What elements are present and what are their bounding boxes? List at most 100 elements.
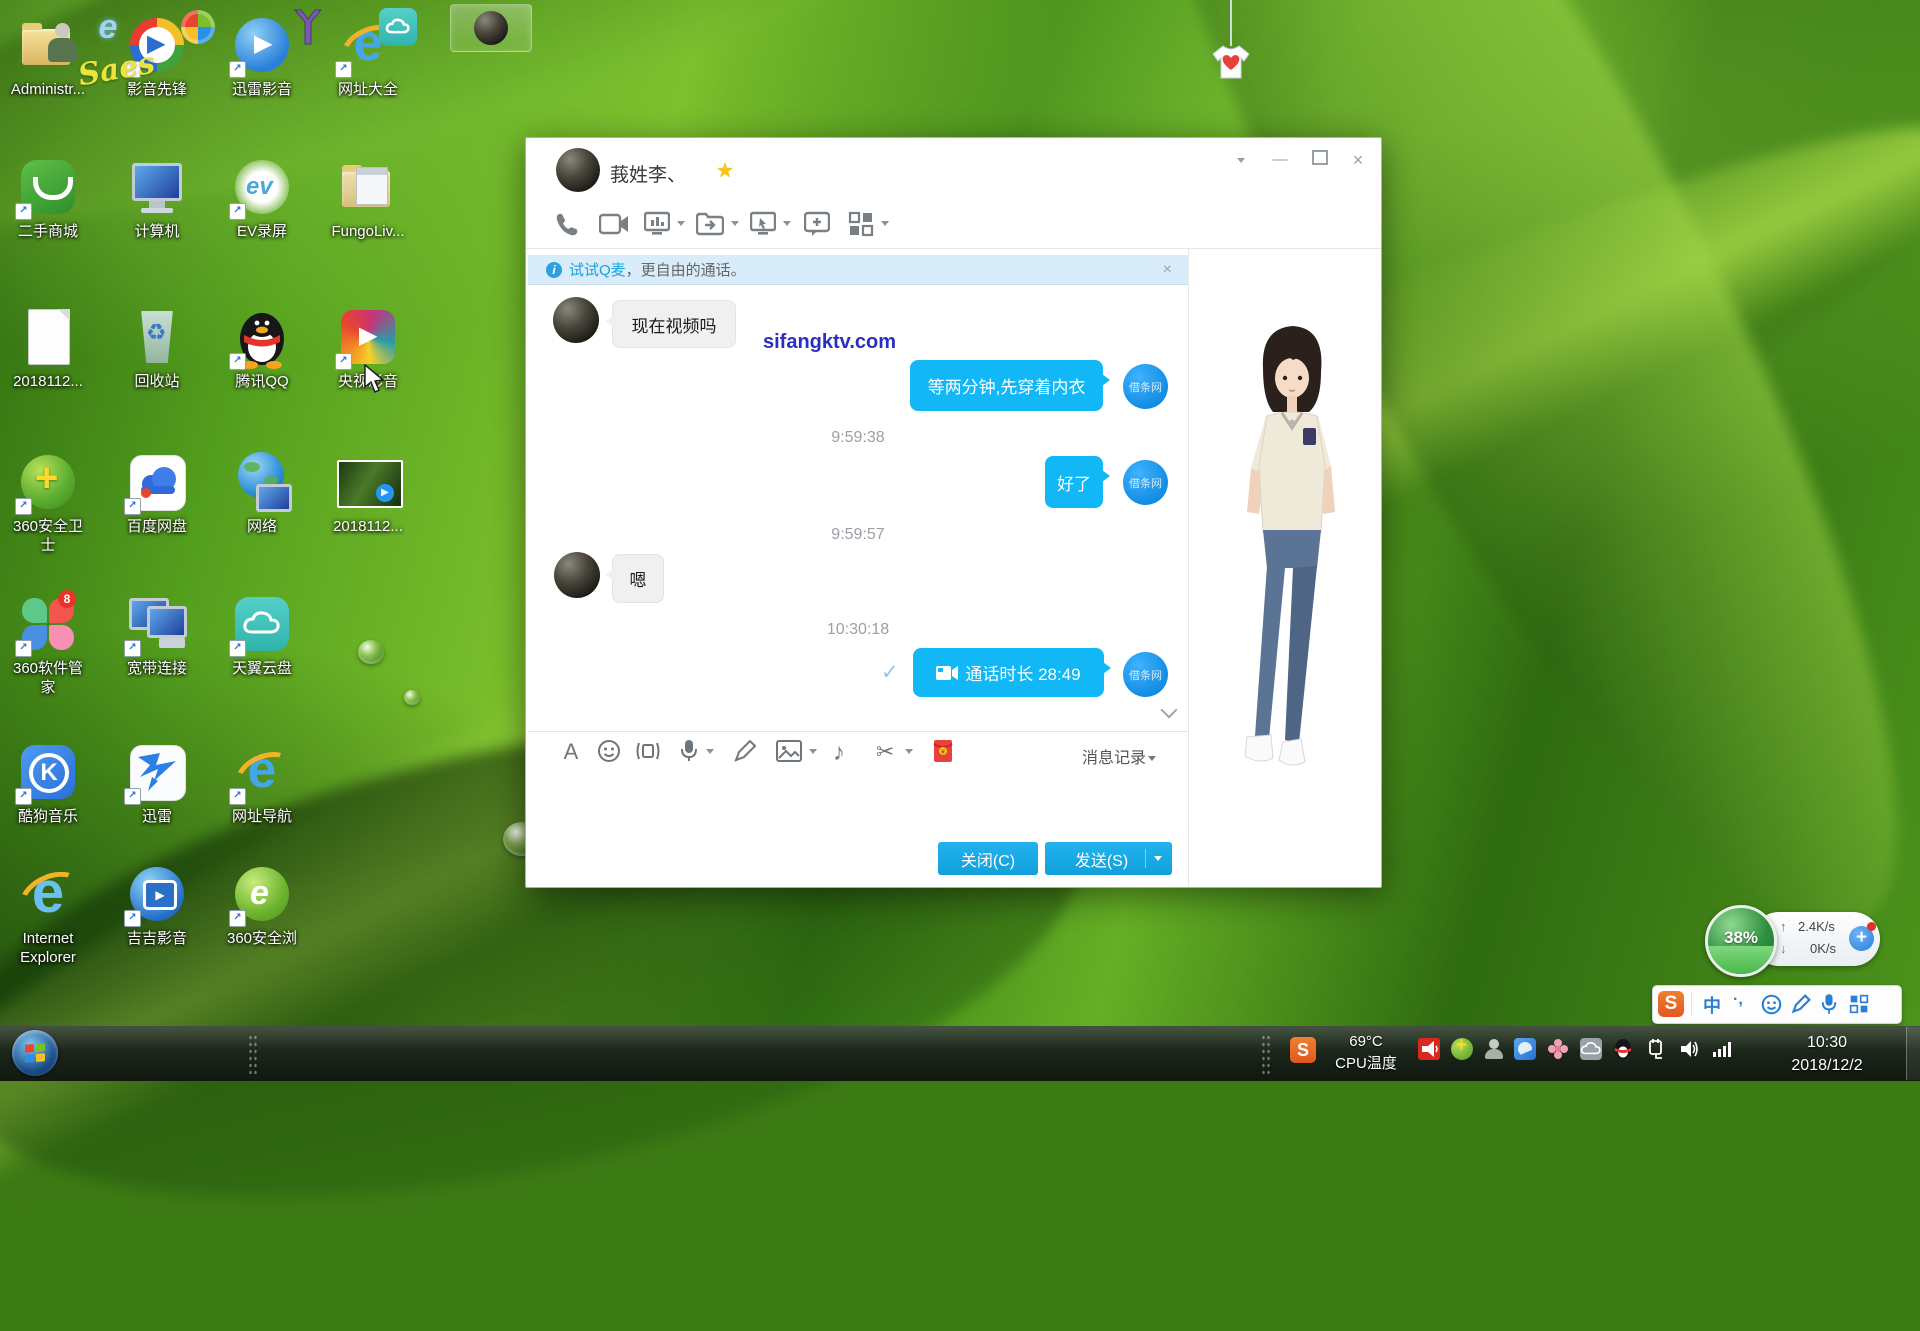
shortcut-arrow-icon: ↗ — [229, 788, 246, 805]
music-icon[interactable]: ♪ — [833, 739, 859, 765]
dropdown-caret-icon[interactable] — [881, 221, 889, 226]
dropdown-caret-icon[interactable] — [783, 221, 791, 226]
window-menu-button[interactable] — [1226, 150, 1254, 170]
sogou-toolbox-icon[interactable] — [1849, 994, 1869, 1014]
desktop-icon-computer[interactable]: 计算机 — [105, 155, 209, 241]
image-icon[interactable] — [776, 739, 802, 765]
dropdown-caret-icon[interactable] — [905, 749, 913, 754]
tray-pcmanager-icon[interactable] — [1514, 1038, 1536, 1060]
video-call-icon[interactable] — [599, 211, 629, 239]
tray-user-icon[interactable] — [1483, 1038, 1505, 1060]
icon-label: 网址大全 — [316, 80, 420, 99]
handwriting-icon[interactable] — [733, 739, 759, 765]
tray-flower-icon[interactable] — [1547, 1038, 1569, 1060]
window-shake-icon[interactable] — [635, 739, 661, 765]
recycle-bin-icon: ♻ — [125, 305, 189, 369]
desktop-icon-ev-recorder[interactable]: ev ↗ EV录屏 — [210, 155, 314, 241]
send-file-icon[interactable] — [696, 211, 726, 239]
send-button[interactable]: 发送(S) — [1045, 842, 1172, 875]
remote-desktop-icon[interactable] — [750, 211, 780, 239]
desktop-icon-fungoliv[interactable]: FungoLiv... — [316, 155, 420, 241]
sogou-input-bar[interactable]: S 中 ·, — [1652, 985, 1902, 1024]
peer-avatar[interactable] — [556, 148, 600, 192]
red-packet-icon[interactable]: ¥ — [933, 739, 959, 765]
desktop-icon-kugou[interactable]: K ↗ 酷狗音乐 — [0, 740, 100, 826]
desktop-icon-recycle-bin[interactable]: ♻ 回收站 — [105, 305, 209, 391]
dropdown-caret-icon[interactable] — [706, 749, 714, 754]
icon-label: 吉吉影音 — [105, 929, 209, 948]
desktop-icon-ershou-mall[interactable]: ↗ 二手商城 — [0, 155, 100, 241]
vegas-icon — [291, 8, 325, 46]
message-input[interactable] — [528, 768, 1188, 838]
self-avatar[interactable]: 借条网 — [1123, 652, 1168, 697]
taskbar-qq-chat-task[interactable] — [450, 4, 532, 52]
voice-message-icon[interactable] — [680, 739, 706, 765]
taskbar-cloud-button[interactable] — [372, 4, 424, 50]
maximize-button[interactable] — [1306, 150, 1334, 170]
sogou-logo-icon[interactable]: S — [1658, 991, 1684, 1017]
send-options-caret-icon[interactable] — [1154, 856, 1162, 861]
dew-drop — [358, 640, 384, 664]
scroll-down-chevron-icon[interactable] — [1163, 704, 1177, 713]
dropdown-caret-icon[interactable] — [677, 221, 685, 226]
tray-power-plug-icon[interactable] — [1645, 1038, 1667, 1060]
self-avatar[interactable]: 借条网 — [1123, 460, 1168, 505]
desktop-icon-wangzhidaohang[interactable]: e ↗ 网址导航 — [210, 740, 314, 826]
shirt-gadget[interactable] — [1209, 42, 1253, 82]
self-avatar[interactable]: 借条网 — [1123, 364, 1168, 409]
tray-hidden-icons[interactable] — [1261, 1034, 1271, 1074]
tray-sogou-icon[interactable]: S — [1290, 1037, 1316, 1063]
dew-drop — [404, 690, 420, 705]
desktop-icon-360-safe[interactable]: + ↗ 360安全卫 士 — [0, 450, 100, 555]
desktop-icon-baidu-netdisk[interactable]: ↗ 百度网盘 — [105, 450, 209, 536]
notice-link[interactable]: 试试Q麦 — [569, 259, 626, 280]
tray-volume-icon[interactable] — [1678, 1038, 1700, 1060]
screenshot-scissors-icon[interactable]: ✂ — [876, 739, 902, 765]
font-format-icon[interactable]: A — [558, 739, 584, 765]
minimize-button[interactable]: — — [1266, 150, 1294, 170]
desktop-icon-360-browser[interactable]: e ↗ 360安全浏 — [210, 862, 314, 948]
cbox-color-icon: ▶ ↗ — [336, 305, 400, 369]
desktop-icon-internet-explorer[interactable]: e Internet Explorer — [0, 862, 100, 967]
taskbar-ie-button[interactable]: e — [82, 4, 134, 50]
voice-call-icon[interactable] — [554, 211, 584, 239]
peer-message-avatar[interactable] — [554, 552, 600, 598]
start-button[interactable] — [12, 1030, 58, 1076]
show-desktop-button[interactable] — [1906, 1027, 1920, 1080]
taskbar-360-browser-button[interactable] — [172, 4, 224, 50]
tray-qq-icon[interactable] — [1612, 1038, 1634, 1060]
close-chat-button[interactable]: 关闭(C) — [938, 842, 1038, 875]
desktop-icon-broadband[interactable]: ↗ 宽带连接 — [105, 592, 209, 678]
tray-network-icon[interactable] — [1711, 1038, 1733, 1060]
tray-360-icon[interactable]: + — [1451, 1038, 1473, 1060]
tray-megaphone-icon[interactable] — [1418, 1038, 1440, 1060]
tray-clock[interactable]: 10:30 2018/12/2 — [1768, 1031, 1886, 1077]
desktop-icon-tencent-qq[interactable]: ↗ 腾讯QQ — [210, 305, 314, 391]
emoji-icon[interactable] — [597, 739, 623, 765]
emoji-panel-icon[interactable] — [1761, 994, 1782, 1015]
desktop-icon-tianyi-cloud[interactable]: ↗ 天翼云盘 — [210, 592, 314, 678]
360-speed-ball[interactable]: 38% — [1705, 905, 1777, 977]
desktop-icon-360-software[interactable]: 8 ↗ 360软件管 家 — [0, 592, 100, 697]
peer-message-avatar[interactable] — [553, 297, 599, 343]
punctuation-toggle[interactable]: ·, — [1733, 991, 1743, 1009]
desktop-icon-network[interactable]: 网络 — [210, 450, 314, 536]
create-group-icon[interactable] — [804, 211, 834, 239]
close-button[interactable]: × — [1344, 150, 1372, 170]
desktop-icon-thunder[interactable]: ↗ 迅雷 — [105, 740, 209, 826]
desktop-icon-video-2018112[interactable]: ▶ 2018112... — [316, 450, 420, 536]
voice-input-icon[interactable] — [1821, 993, 1837, 1015]
message-history-button[interactable]: 消息记录 — [1082, 744, 1156, 768]
qq-show-panel[interactable] — [1189, 249, 1380, 886]
tray-cloud-icon[interactable] — [1580, 1038, 1602, 1060]
screen-share-icon[interactable] — [644, 211, 674, 239]
dropdown-caret-icon[interactable] — [809, 749, 817, 754]
taskbar-vegas-button[interactable] — [282, 4, 334, 50]
desktop-icon-jiji-player[interactable]: ▶ ↗ 吉吉影音 — [105, 862, 209, 948]
desktop-icon-document-2018112[interactable]: 2018112... — [0, 305, 100, 391]
handwriting-pad-icon[interactable] — [1791, 994, 1811, 1014]
notice-close-icon[interactable]: × — [1163, 261, 1172, 279]
apps-grid-icon[interactable] — [848, 211, 878, 239]
dropdown-caret-icon[interactable] — [731, 221, 739, 226]
ime-mode-toggle[interactable]: 中 — [1703, 992, 1721, 1018]
